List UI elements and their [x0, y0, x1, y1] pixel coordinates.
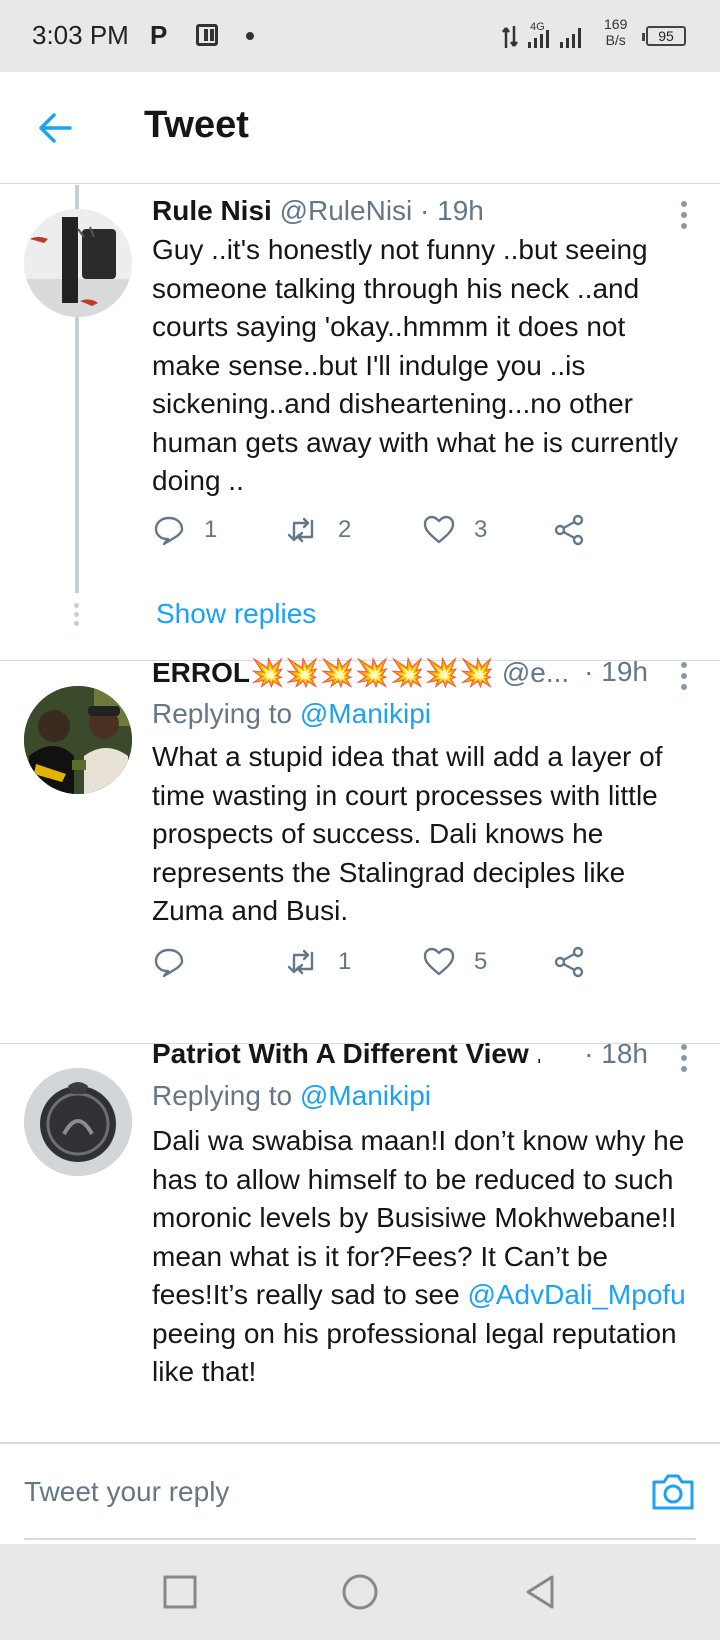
status-bar: 3:03 PM P 4G 169 B/s 95 — [0, 0, 720, 72]
show-replies-link[interactable]: Show replies — [156, 598, 316, 630]
more-notifications-icon — [246, 32, 254, 40]
tweet-text: Dali wa swabisa maan!I don’t know why he… — [152, 1122, 700, 1392]
like-icon — [423, 515, 455, 544]
avatar[interactable] — [24, 209, 132, 317]
replying-to-prefix: Replying to — [152, 1080, 293, 1111]
author-name[interactable]: Patriot With A Different View ... — [152, 1038, 540, 1069]
tweet-rule-nisi[interactable]: Rule Nisi @RuleNisi · 19h Guy ..it's hon… — [0, 185, 720, 661]
reply-icon — [154, 948, 184, 978]
share-icon — [554, 514, 584, 546]
page-title: Tweet — [144, 104, 249, 146]
replying-to: Replying to @Manikipi — [152, 698, 431, 730]
like-button[interactable]: 5 — [422, 940, 487, 984]
reply-icon — [154, 516, 184, 546]
retweet-icon — [287, 517, 314, 543]
reply-button[interactable] — [152, 940, 204, 984]
data-rate-unit: B/s — [605, 32, 626, 48]
tweet-actions: 1 5 — [152, 940, 622, 984]
like-button[interactable]: 3 — [422, 508, 487, 552]
tweet-errol[interactable]: ERROL💥💥💥💥💥💥💥 @e... · 19h Replying to @Ma… — [0, 656, 720, 1044]
retweet-button[interactable]: 1 — [286, 940, 351, 984]
tweet-actions: 1 2 3 — [152, 508, 622, 552]
retweet-icon — [287, 949, 314, 975]
tweet-text-part: peeing on his professional legal reputat… — [152, 1317, 677, 1388]
back-arrow-icon[interactable] — [30, 102, 82, 154]
mention-link[interactable]: @AdvDali_Mpofu — [467, 1279, 685, 1310]
separator: · — [420, 195, 430, 226]
more-vertical-icon[interactable] — [680, 201, 688, 231]
reply-button[interactable]: 1 — [152, 508, 217, 552]
more-vertical-icon[interactable] — [680, 662, 688, 692]
network-type: 4G — [530, 21, 545, 33]
separator: · — [584, 656, 594, 687]
like-count: 5 — [474, 948, 488, 975]
tweet-patriot[interactable]: Patriot With A Different View ... · 18h … — [0, 1038, 720, 1440]
camera-icon[interactable] — [650, 1472, 696, 1512]
tweet-time: 18h — [601, 1038, 648, 1069]
reply-count: 1 — [204, 516, 218, 543]
tweet-header: Rule Nisi @RuleNisi · 19h — [152, 195, 700, 235]
tweet-time-group: · 18h — [584, 1038, 648, 1070]
like-icon — [423, 947, 455, 976]
avatar-image — [24, 686, 132, 794]
reply-bar: Tweet your reply — [0, 1442, 720, 1544]
status-time: 3:03 PM — [32, 20, 129, 50]
tweet-time: 19h — [437, 195, 484, 226]
author-name[interactable]: Rule Nisi — [152, 195, 272, 226]
separator: · — [584, 1038, 594, 1069]
replying-to-prefix: Replying to — [152, 698, 293, 729]
nav-back-icon[interactable] — [520, 1572, 560, 1612]
nav-recent-icon[interactable] — [160, 1572, 200, 1612]
avatar-image — [24, 1068, 132, 1176]
tweet-header: Patriot With A Different View ... — [152, 1038, 540, 1078]
author-handle[interactable]: @RuleNisi — [280, 195, 413, 226]
data-rate: 169 B/s — [604, 16, 627, 48]
author-name[interactable]: ERROL💥💥💥💥💥💥💥 — [152, 657, 494, 688]
reply-input[interactable]: Tweet your reply — [24, 1444, 696, 1540]
battery-icon: 95 — [642, 26, 686, 46]
app-notification-icon — [196, 24, 218, 46]
retweet-count: 2 — [338, 516, 352, 543]
system-nav-bar — [0, 1544, 720, 1640]
replying-to-mention[interactable]: @Manikipi — [300, 1080, 431, 1111]
nav-home-icon[interactable] — [340, 1572, 380, 1612]
data-rate-value: 169 — [604, 16, 628, 32]
retweet-count: 1 — [338, 948, 352, 975]
app-header: Tweet — [0, 72, 720, 184]
share-button[interactable] — [552, 508, 604, 552]
more-vertical-icon[interactable] — [680, 1044, 688, 1074]
avatar[interactable] — [24, 686, 132, 794]
avatar-image — [24, 209, 132, 317]
replying-to-mention[interactable]: @Manikipi — [300, 698, 431, 729]
tweet-text: Guy ..it's honestly not funny ..but seei… — [152, 234, 679, 496]
tweet-time: 19h — [601, 656, 648, 687]
share-icon — [554, 946, 584, 978]
signal-icon: 4G — [502, 21, 581, 48]
replying-to: Replying to @Manikipi — [152, 1080, 431, 1112]
retweet-button[interactable]: 2 — [286, 508, 351, 552]
battery-level: 95 — [658, 28, 674, 44]
share-button[interactable] — [552, 940, 604, 984]
avatar[interactable] — [24, 1068, 132, 1176]
tweet-text: What a stupid idea that will add a layer… — [152, 741, 663, 926]
author-handle[interactable]: @e... — [502, 657, 569, 688]
thread-dots — [74, 603, 80, 630]
tweet-time-group: · 19h — [584, 656, 648, 688]
like-count: 3 — [474, 516, 488, 543]
parking-notification-icon: P — [150, 20, 168, 50]
